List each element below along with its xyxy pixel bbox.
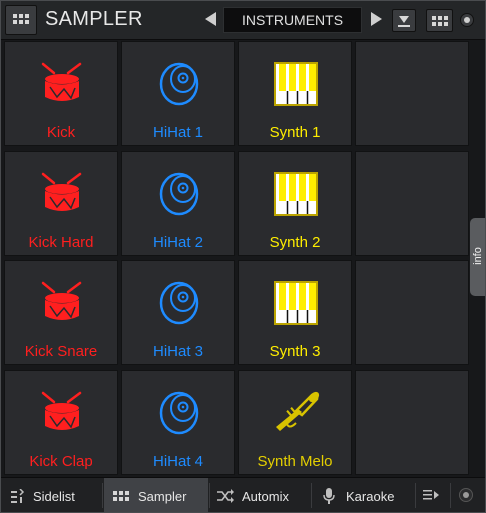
pad-12[interactable] [355, 260, 469, 365]
sampler-window: SAMPLER INSTRUMENTS Kick HiHat 1 Synth 1… [0, 0, 486, 513]
pad-7[interactable]: Synth 2 [238, 151, 352, 256]
tab-divider [450, 483, 451, 508]
pad-5[interactable]: Kick Hard [4, 151, 118, 256]
pad-label: HiHat 3 [152, 343, 204, 360]
drum-icon [41, 391, 82, 430]
pad-label: HiHat 2 [152, 234, 204, 251]
tab-divider [102, 483, 103, 508]
pad-label: Kick Clap [29, 453, 93, 470]
header-bar: SAMPLER INSTRUMENTS [1, 1, 485, 40]
tab-divider [209, 483, 210, 508]
tab-label: Automix [242, 489, 289, 504]
tab-label: Karaoke [346, 489, 395, 504]
pad-6[interactable]: HiHat 2 [121, 151, 235, 256]
drum-icon [41, 281, 82, 320]
pad-label: Kick Snare [24, 343, 98, 360]
pad-label: Synth Melo [257, 453, 333, 470]
tab-label: Sampler [138, 489, 187, 504]
tab-karaoke[interactable]: Karaoke [313, 478, 413, 512]
grid-view-icon [432, 16, 448, 26]
pad-label: HiHat 4 [152, 453, 204, 470]
info-tab-label: info [472, 247, 484, 265]
grid-view-button[interactable] [426, 9, 453, 32]
microphone-icon [323, 488, 335, 504]
pad-10[interactable]: HiHat 3 [121, 260, 235, 365]
drum-icon [41, 62, 82, 101]
arrow-right-icon[interactable] [371, 12, 382, 26]
queue-icon [423, 490, 439, 500]
arrow-left-icon[interactable] [205, 12, 216, 26]
drum-icon [41, 172, 82, 211]
record-button[interactable] [459, 488, 473, 502]
tab-sampler[interactable]: Sampler [104, 478, 208, 512]
pad-13[interactable]: Kick Clap [4, 370, 118, 475]
pad-11[interactable]: Synth 3 [238, 260, 352, 365]
tab-sidelist[interactable]: Sidelist [1, 478, 100, 512]
pad-16[interactable] [355, 370, 469, 475]
pad-14[interactable]: HiHat 4 [121, 370, 235, 475]
options-dot-button[interactable] [460, 13, 474, 27]
cymbal-icon [159, 281, 199, 325]
tab-label: Sidelist [33, 489, 75, 504]
pad-label: Kick [46, 124, 76, 141]
page-title: SAMPLER [45, 8, 143, 30]
pad-3[interactable]: Synth 1 [238, 41, 352, 146]
grid-icon [113, 491, 129, 501]
piano-keys-icon [274, 172, 318, 216]
download-icon [398, 16, 410, 27]
tab-divider [311, 483, 312, 508]
cymbal-icon [159, 391, 199, 435]
piano-keys-icon [274, 281, 318, 325]
pad-label: Kick Hard [28, 234, 94, 251]
grid-menu-icon [13, 14, 29, 24]
pad-label: Synth 3 [269, 343, 321, 360]
info-tab[interactable]: info [470, 218, 485, 296]
dot-icon [464, 17, 470, 23]
pad-2[interactable]: HiHat 1 [121, 41, 235, 146]
cymbal-icon [159, 172, 199, 216]
cymbal-icon [159, 62, 199, 106]
sidelist-icon [11, 489, 25, 503]
shuffle-icon [217, 489, 234, 503]
pad-4[interactable] [355, 41, 469, 146]
pad-9[interactable]: Kick Snare [4, 260, 118, 365]
pad-8[interactable] [355, 151, 469, 256]
pad-label: HiHat 1 [152, 124, 204, 141]
trumpet-icon [276, 391, 320, 431]
tab-automix[interactable]: Automix [211, 478, 309, 512]
pad-label: Synth 2 [269, 234, 321, 251]
tab-divider [415, 483, 416, 508]
dot-icon [463, 492, 469, 498]
download-button[interactable] [392, 9, 416, 32]
bottom-tab-bar: Sidelist Sampler Automix Karaoke [1, 477, 485, 512]
pad-1[interactable]: Kick [4, 41, 118, 146]
pad-15[interactable]: Synth Melo [238, 370, 352, 475]
queue-button[interactable] [417, 478, 447, 512]
pad-label: Synth 1 [269, 124, 321, 141]
menu-button[interactable] [5, 5, 37, 35]
piano-keys-icon [274, 62, 318, 106]
bank-selector[interactable]: INSTRUMENTS [223, 7, 362, 33]
